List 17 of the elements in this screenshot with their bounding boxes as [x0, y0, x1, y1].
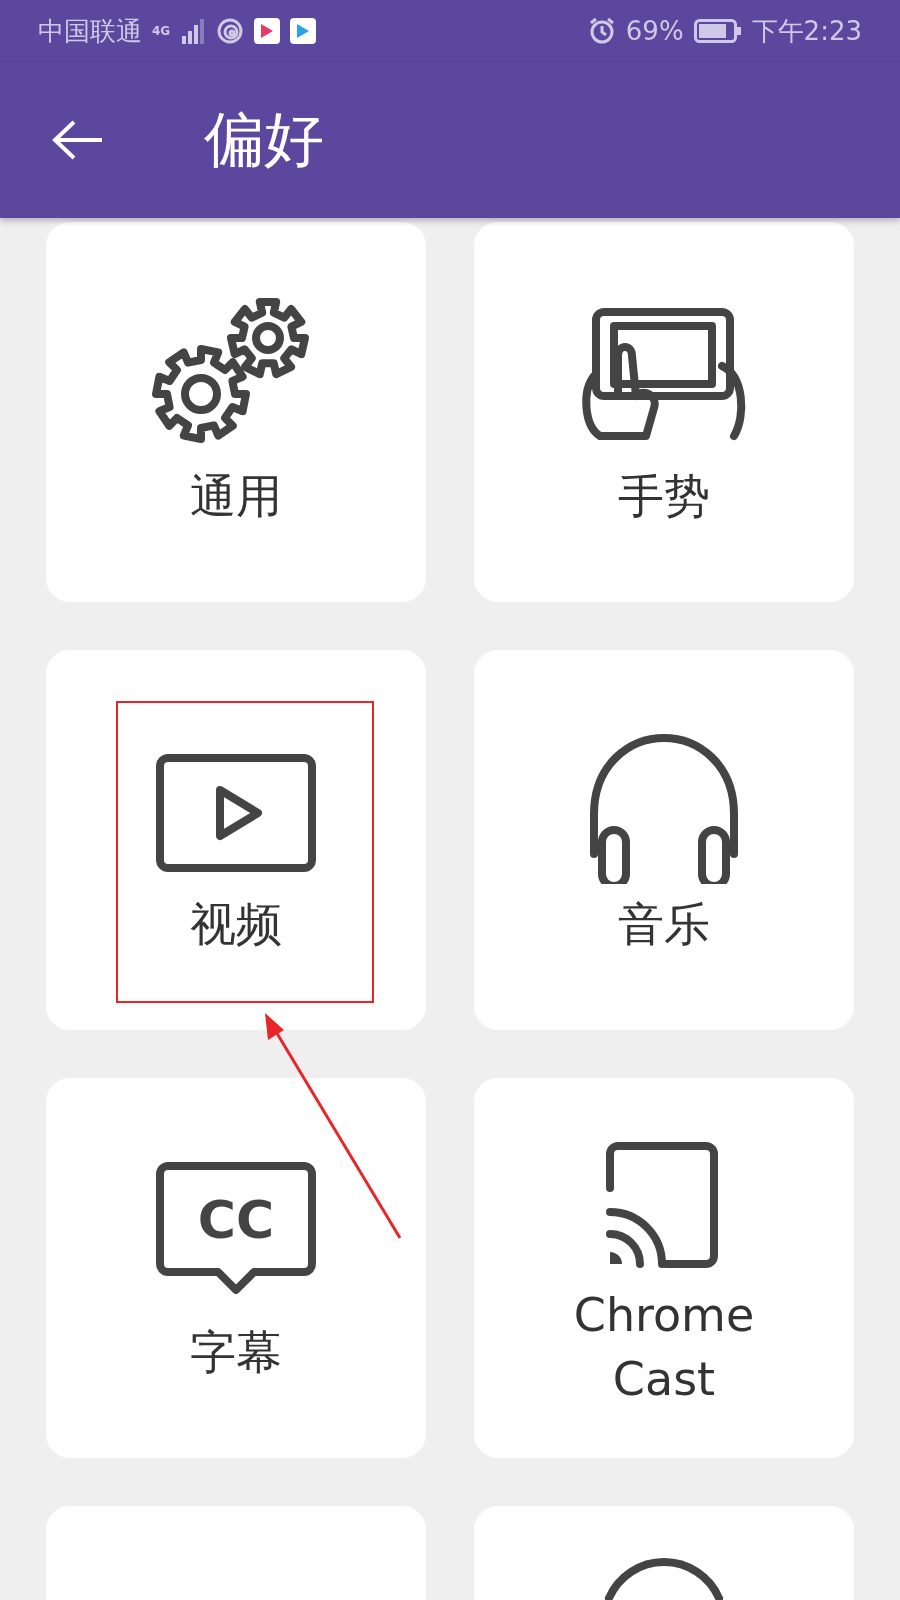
card-label: Chrome Cast — [572, 1287, 756, 1408]
screen-title: 偏好 — [204, 102, 324, 176]
card-label: 手势 — [618, 468, 710, 525]
settings-card[interactable]: 通用 — [46, 222, 426, 602]
settings-card[interactable]: 音乐 — [474, 650, 854, 1030]
carrier-name: 中国联通 — [38, 14, 142, 48]
settings-card[interactable]: CC 字幕 — [46, 1078, 426, 1458]
settings-card[interactable]: 视频 — [46, 650, 426, 1030]
settings-card[interactable]: 手势 — [474, 222, 854, 602]
card-label: 通用 — [190, 468, 282, 525]
clock-time: 下午2:23 — [751, 14, 862, 48]
battery-percent: 69% — [625, 16, 684, 46]
network-type: 4G — [152, 25, 171, 37]
card-label: 字幕 — [190, 1324, 282, 1381]
card-label: 视频 — [190, 896, 282, 953]
settings-card[interactable]: Chrome Cast — [474, 1078, 854, 1458]
card-label: 音乐 — [618, 896, 710, 953]
